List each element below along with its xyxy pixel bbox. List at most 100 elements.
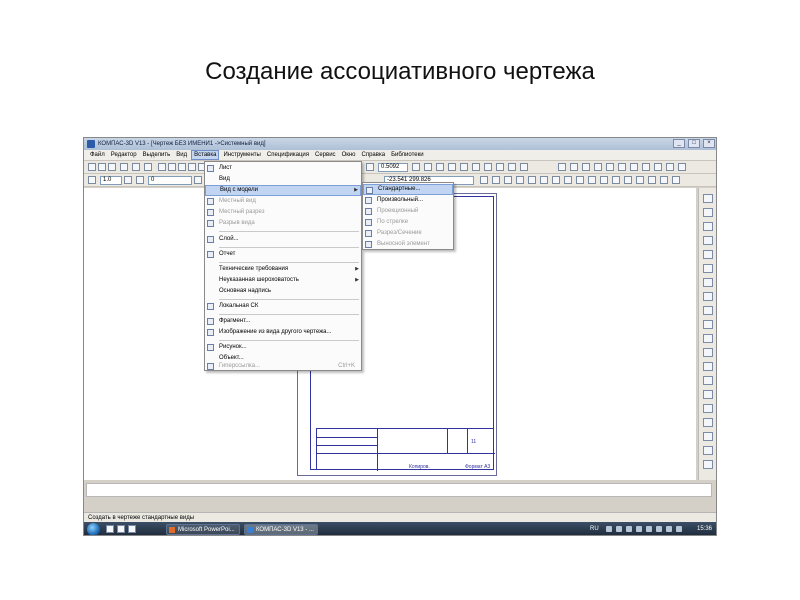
layer-field[interactable]: 0 — [148, 176, 192, 185]
taskbar-kompas[interactable]: КОМПАС-3D V13 - ... — [244, 524, 318, 535]
pan-icon[interactable] — [412, 163, 420, 171]
undo-icon[interactable] — [188, 163, 196, 171]
roughness-icon[interactable] — [582, 163, 590, 171]
variables-icon[interactable] — [703, 390, 713, 399]
associative-views-icon[interactable] — [703, 306, 713, 315]
snap-icon[interactable] — [484, 163, 492, 171]
insert-menu-local-view[interactable]: Местный вид — [205, 196, 361, 207]
minimize-button[interactable]: _ — [673, 139, 685, 148]
move-icon[interactable] — [612, 176, 620, 184]
measure-icon[interactable] — [460, 163, 468, 171]
insert-menu-layer[interactable]: Слой... — [205, 234, 361, 245]
submenu-detail-view[interactable]: Выносной элемент — [363, 239, 453, 250]
close-button[interactable]: × — [703, 139, 715, 148]
measurements-icon[interactable] — [703, 278, 713, 287]
point-icon[interactable] — [480, 176, 488, 184]
tray-arrow-icon[interactable] — [606, 526, 612, 532]
scale-icon[interactable] — [636, 176, 644, 184]
tray-display-icon[interactable] — [646, 526, 652, 532]
polyline-icon[interactable] — [492, 176, 500, 184]
insert-menu-view-from-model[interactable]: Вид с модели ▶ — [205, 185, 361, 196]
tray-network-icon[interactable] — [616, 526, 622, 532]
insert-menu-report[interactable]: Отчет — [205, 249, 361, 260]
zoom-field[interactable]: 0.5092 — [378, 163, 408, 172]
mirror-icon[interactable] — [648, 176, 656, 184]
chevron-down-icon[interactable] — [124, 176, 132, 184]
snap-grid-icon[interactable] — [88, 176, 96, 184]
menu-select[interactable]: Выделить — [141, 150, 173, 160]
fillet-icon[interactable] — [564, 176, 572, 184]
delete-icon[interactable] — [672, 176, 680, 184]
circle-icon[interactable] — [504, 176, 512, 184]
submenu-projection-view[interactable]: Проекционный — [363, 206, 453, 217]
layers-icon[interactable] — [703, 362, 713, 371]
insert-menu-image-from-view[interactable]: Изображение из вида другого чертежа... — [205, 327, 361, 338]
explorer-icon[interactable] — [117, 525, 125, 533]
bezier-icon[interactable] — [552, 176, 560, 184]
view-manager-icon[interactable] — [703, 446, 713, 455]
zoom-icon[interactable] — [366, 163, 374, 171]
macro-icon[interactable] — [703, 404, 713, 413]
menu-file[interactable]: Файл — [88, 150, 107, 160]
angle-icon[interactable] — [496, 163, 504, 171]
tray-bluetooth-icon[interactable] — [656, 526, 662, 532]
menu-view[interactable]: Вид — [174, 150, 189, 160]
refresh-icon[interactable] — [436, 163, 444, 171]
insert-menu-sheet[interactable]: Лист — [205, 163, 361, 174]
scale-field[interactable]: 1.0 — [100, 176, 122, 185]
insert-menu-view[interactable]: Вид — [205, 174, 361, 185]
tray-app-icon[interactable] — [636, 526, 642, 532]
clock[interactable]: 15:36 — [697, 522, 712, 535]
show-desktop-icon[interactable] — [106, 525, 114, 533]
selection-icon[interactable] — [703, 292, 713, 301]
tray-security-icon[interactable] — [626, 526, 632, 532]
array-icon[interactable] — [660, 176, 668, 184]
menu-window[interactable]: Окно — [340, 150, 358, 160]
insert-menu-fragment[interactable]: Фрагмент... — [205, 316, 361, 327]
ellipse-icon[interactable] — [528, 176, 536, 184]
text-icon[interactable] — [558, 163, 566, 171]
symbols-icon[interactable] — [703, 222, 713, 231]
settings-icon[interactable] — [666, 163, 674, 171]
notation-icon[interactable] — [703, 236, 713, 245]
dimension-icon[interactable] — [472, 163, 480, 171]
print-icon[interactable] — [120, 163, 128, 171]
menu-insert[interactable]: Вставка — [191, 150, 220, 160]
parametrization-icon[interactable] — [703, 264, 713, 273]
libraries-icon[interactable] — [703, 376, 713, 385]
menu-libraries[interactable]: Библиотеки — [389, 150, 426, 160]
submenu-standard-views[interactable]: Стандартные... — [363, 184, 453, 195]
geometry-icon[interactable] — [703, 194, 713, 203]
taskbar-powerpoint[interactable]: Microsoft PowerPoi... — [166, 524, 240, 535]
submenu-arrow-view[interactable]: По стрелке — [363, 217, 453, 228]
menu-specification[interactable]: Спецификация — [265, 150, 311, 160]
base-icon[interactable] — [594, 163, 602, 171]
layer-chevron-icon[interactable] — [194, 176, 202, 184]
preview-icon[interactable] — [132, 163, 140, 171]
triangle-icon[interactable] — [520, 163, 528, 171]
attributes-icon[interactable] — [703, 418, 713, 427]
new-document-icon[interactable] — [88, 163, 96, 171]
copy-icon[interactable] — [168, 163, 176, 171]
insert-menu-roughness[interactable]: Неуказанная шероховатость ▶ — [205, 275, 361, 286]
layer-state-icon[interactable] — [136, 176, 144, 184]
maximize-button[interactable]: □ — [688, 139, 700, 148]
arc-icon[interactable] — [516, 176, 524, 184]
insert-menu-local-cs[interactable]: Локальная СК — [205, 301, 361, 312]
start-button[interactable] — [87, 523, 100, 535]
submenu-section-view[interactable]: Разрез/Сечение — [363, 228, 453, 239]
line-icon[interactable] — [508, 163, 516, 171]
extend-icon[interactable] — [600, 176, 608, 184]
fragments-icon[interactable] — [703, 432, 713, 441]
open-icon[interactable] — [98, 163, 106, 171]
insert-menu-picture[interactable]: Рисунок... — [205, 342, 361, 353]
browser-icon[interactable] — [128, 525, 136, 533]
leader-icon[interactable] — [618, 163, 626, 171]
rotate-icon[interactable] — [624, 176, 632, 184]
tolerance-icon[interactable] — [606, 163, 614, 171]
table-icon[interactable] — [570, 163, 578, 171]
menu-service[interactable]: Сервис — [313, 150, 338, 160]
help-icon[interactable] — [678, 163, 686, 171]
insert-menu-tech-requirements[interactable]: Технические требования ▶ — [205, 264, 361, 275]
tray-flag-icon[interactable] — [666, 526, 672, 532]
